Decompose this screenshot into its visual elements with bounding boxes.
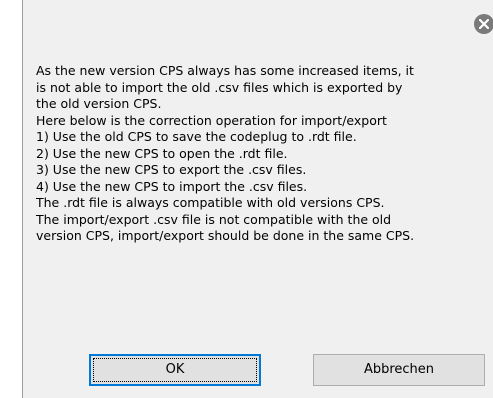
message-line: 2) Use the new CPS to open the .rdt file… bbox=[36, 145, 288, 161]
message-line: Here below is the correction operation f… bbox=[36, 112, 387, 128]
message-line: the old version CPS. bbox=[36, 96, 162, 111]
message-line: The import/export .csv file is not compa… bbox=[36, 211, 392, 227]
close-button[interactable] bbox=[474, 14, 493, 34]
message-line: is not able to import the old .csv files… bbox=[36, 79, 403, 95]
dialog-titlebar bbox=[23, 0, 493, 47]
message-dialog: As the new version CPS always has some i… bbox=[22, 0, 493, 398]
message-line: version CPS, import/export should be don… bbox=[36, 228, 415, 243]
ok-button[interactable]: OK bbox=[89, 354, 261, 386]
message-line: As the new version CPS always has some i… bbox=[36, 63, 414, 78]
message-line: The .rdt file is always compatible with … bbox=[36, 195, 385, 210]
dialog-message: As the new version CPS always has some i… bbox=[36, 63, 486, 245]
message-line: 4) Use the new CPS to import the .csv fi… bbox=[36, 178, 308, 194]
message-line: 3) Use the new CPS to export the .csv fi… bbox=[36, 162, 307, 177]
close-icon bbox=[479, 19, 489, 29]
cancel-button-label: Abbrechen bbox=[363, 362, 435, 377]
cancel-button[interactable]: Abbrechen bbox=[313, 354, 485, 386]
message-line: 1) Use the old CPS to save the codeplug … bbox=[36, 129, 357, 144]
ok-button-label: OK bbox=[165, 362, 185, 377]
